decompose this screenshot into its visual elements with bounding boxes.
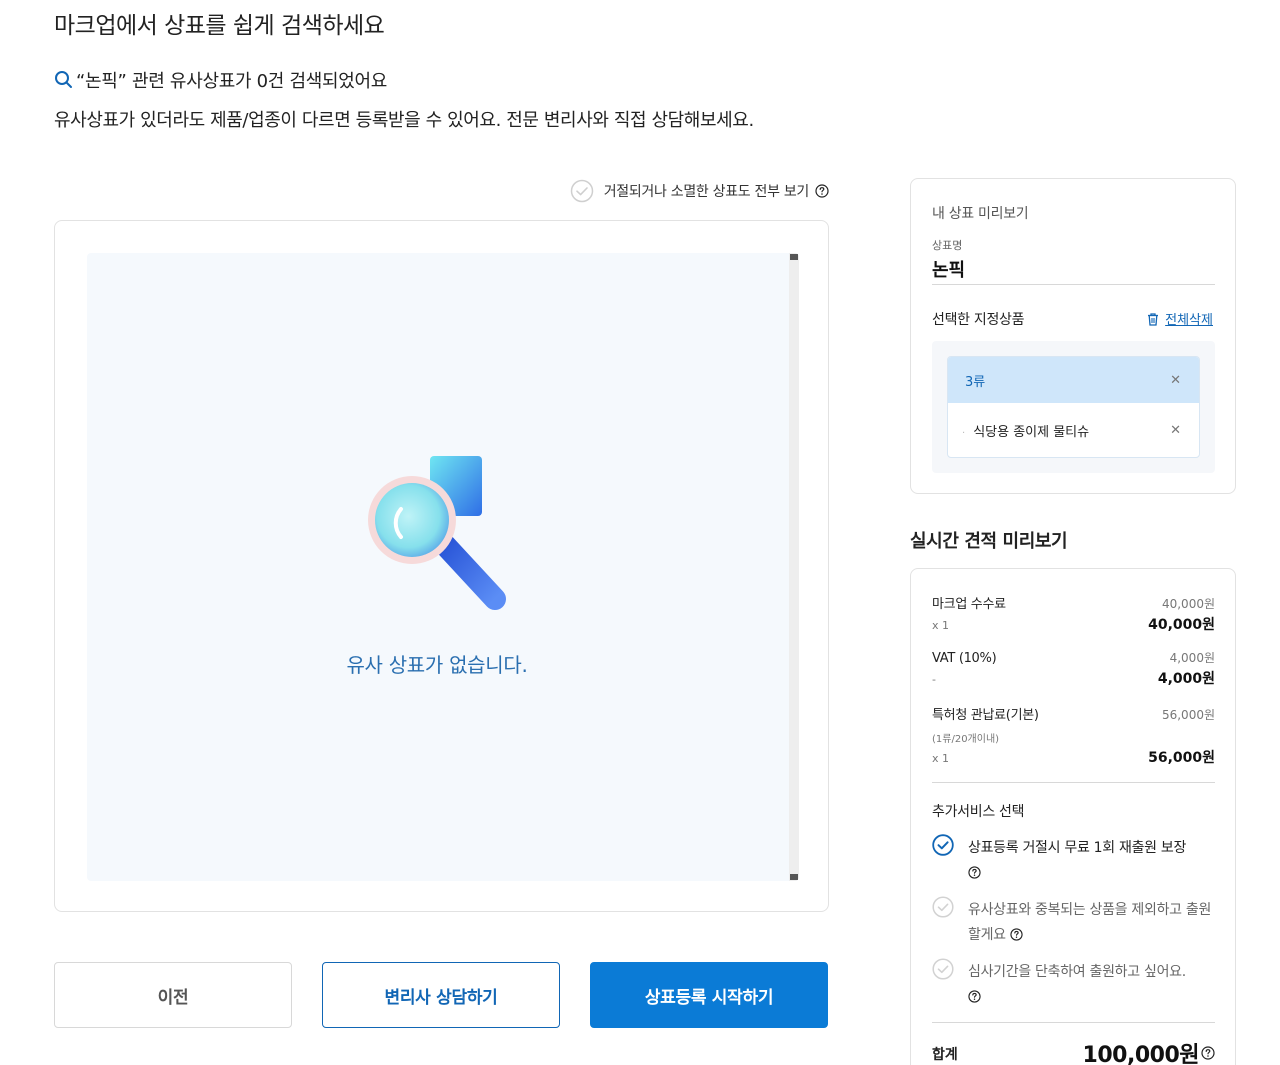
fee-qty: x 1 <box>932 752 950 765</box>
page-title: 마크업에서 상표를 쉽게 검색하세요 <box>54 13 385 39</box>
fee-unit-price: 4,000원 <box>1169 651 1215 665</box>
help-icon[interactable] <box>815 184 829 198</box>
selected-goods-box: 3류 ✕ · 식당용 종이제 물티슈 ✕ <box>932 341 1215 473</box>
help-icon[interactable] <box>1201 1046 1215 1060</box>
fee-note: (1류/20개이내) <box>932 734 1000 745</box>
fee-unit-price: 40,000원 <box>1161 597 1215 611</box>
delete-all-link[interactable]: 전체삭제 <box>1146 309 1213 328</box>
fee-qty: x 1 <box>932 619 950 632</box>
bullet-icon: · <box>962 427 966 439</box>
trademark-preview-card: 내 상표 미리보기 상표명 논픽 선택한 지정상품 전체삭제 3류 ✕ · 식당용… <box>910 178 1236 494</box>
service-option[interactable]: 상표등록 거절시 무료 1회 재출원 보장 <box>932 834 1222 886</box>
fee-total: 40,000원 <box>1148 617 1215 633</box>
fee-total: 56,000원 <box>1148 750 1215 766</box>
check-circle-icon[interactable] <box>570 179 594 203</box>
fee-row: VAT (10%) 4,000원 - 4,000원 <box>932 649 1215 688</box>
selected-goods-label: 선택한 지정상품 <box>932 312 1025 328</box>
sum-value: 100,000원 <box>1083 1037 1215 1065</box>
results-list[interactable]: 유사 상표가 없습니다. <box>87 253 799 881</box>
preview-title: 내 상표 미리보기 <box>932 206 1029 222</box>
sum-label: 합계 <box>932 1047 958 1063</box>
fee-qty: - <box>932 673 936 686</box>
goods-item-label: 식당용 종이제 물티슈 <box>973 424 1090 440</box>
trademark-name: 논픽 <box>932 260 966 281</box>
search-icon <box>55 71 72 88</box>
service-label[interactable]: 심사기간을 단축하여 출원하고 싶어요. <box>968 964 1186 980</box>
services-title: 추가서비스 선택 <box>932 804 1025 820</box>
trademark-name-label: 상표명 <box>932 239 963 252</box>
check-circle-icon[interactable] <box>932 834 954 856</box>
scrollbar[interactable] <box>789 253 799 881</box>
advice-text: 유사상표가 있더라도 제품/업종이 다르면 등록받을 수 있어요. 전문 변리사… <box>54 110 754 131</box>
fee-name: 특허청 관납료(기본) <box>932 708 1039 723</box>
prev-button[interactable]: 이전 <box>54 962 292 1028</box>
trash-icon[interactable] <box>1146 312 1160 326</box>
goods-item: · 식당용 종이제 물티슈 ✕ <box>948 403 1199 457</box>
service-option[interactable]: 심사기간을 단축하여 출원하고 싶어요. <box>932 958 1222 1010</box>
estimate-title: 실시간 견적 미리보기 <box>910 531 1068 552</box>
help-icon[interactable] <box>1010 928 1023 941</box>
fee-name: 마크업 수수료 <box>932 597 1006 612</box>
fee-unit-price: 56,000원 <box>1161 708 1215 722</box>
empty-state-message: 유사 상표가 없습니다. <box>346 653 528 677</box>
divider <box>932 782 1215 783</box>
delete-all-label[interactable]: 전체삭제 <box>1165 309 1213 328</box>
remove-item-icon[interactable]: ✕ <box>1170 423 1181 438</box>
class-card: 3류 ✕ · 식당용 종이제 물티슈 ✕ <box>947 356 1200 458</box>
consult-attorney-button[interactable]: 변리사 상담하기 <box>322 962 560 1028</box>
estimate-card: 마크업 수수료 40,000원 x 1 40,000원 VAT (10%) 4,000… <box>910 568 1236 1065</box>
show-all-toggle[interactable]: 거절되거나 소멸한 상표도 전부 보기 <box>570 179 829 203</box>
fee-total: 4,000원 <box>1157 671 1215 687</box>
fee-row: 마크업 수수료 40,000원 x 1 40,000원 <box>932 593 1215 634</box>
service-label[interactable]: 상표등록 거절시 무료 1회 재출원 보장 <box>968 840 1186 856</box>
divider <box>932 284 1215 285</box>
search-result-summary: “논픽” 관련 유사상표가 0건 검색되었어요 <box>54 67 387 93</box>
magnifier-illustration-icon <box>368 456 506 610</box>
fee-name: VAT (10%) <box>932 651 997 666</box>
help-icon[interactable] <box>968 866 981 879</box>
start-registration-button[interactable]: 상표등록 시작하기 <box>590 962 828 1028</box>
class-label: 3류 <box>965 374 986 390</box>
service-label[interactable]: 유사상표와 중복되는 상품을 제외하고 출원할게요 <box>968 902 1211 943</box>
scroll-up-arrow[interactable] <box>790 254 798 260</box>
show-all-label[interactable]: 거절되거나 소멸한 상표도 전부 보기 <box>604 181 810 201</box>
scroll-down-arrow[interactable] <box>790 874 798 880</box>
check-circle-icon[interactable] <box>932 896 954 918</box>
service-option[interactable]: 유사상표와 중복되는 상품을 제외하고 출원할게요 <box>932 896 1222 948</box>
check-circle-icon[interactable] <box>932 958 954 980</box>
class-header: 3류 ✕ <box>948 357 1199 403</box>
results-panel: 유사 상표가 없습니다. <box>54 220 829 912</box>
result-count-text: “논픽” 관련 유사상표가 0건 검색되었어요 <box>76 71 388 92</box>
sum-amount: 100,000원 <box>1082 1043 1200 1065</box>
remove-class-icon[interactable]: ✕ <box>1170 373 1181 388</box>
divider <box>932 1022 1215 1023</box>
fee-row: 특허청 관납료(기본) 56,000원 (1류/20개이내) x 1 56,000원 <box>932 704 1215 767</box>
help-icon[interactable] <box>968 990 981 1003</box>
